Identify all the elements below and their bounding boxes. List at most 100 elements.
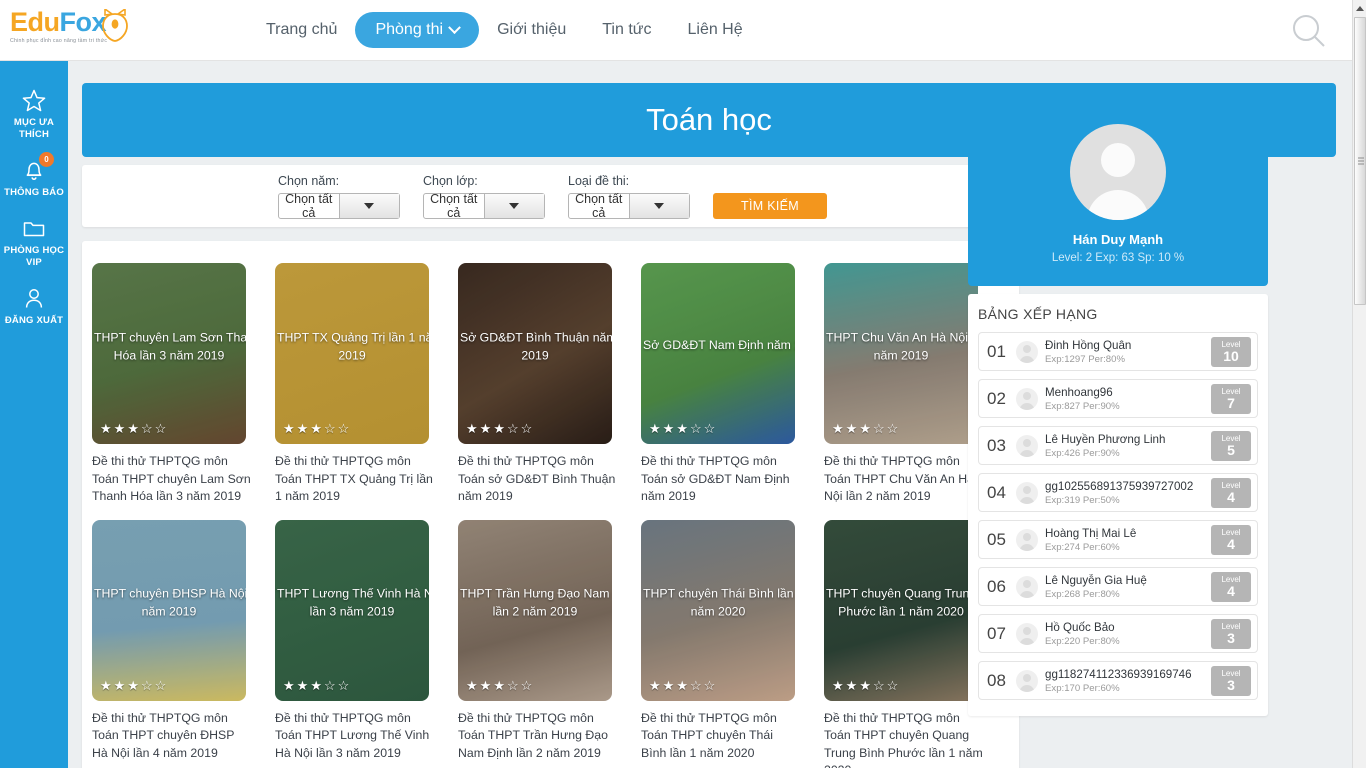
exam-card[interactable]: THPT chuyên Lam Sơn Thanh Hóa lần 3 năm 2…	[92, 263, 275, 506]
nav-label: Tin tức	[602, 21, 652, 38]
exam-card[interactable]: THPT Lương Thế Vinh Hà Nội lần 3 năm 2019…	[275, 519, 458, 768]
rating-star[interactable]: ☆	[338, 678, 350, 694]
rating-star[interactable]: ★	[127, 421, 139, 437]
search-button[interactable]	[1290, 12, 1328, 50]
rating-star[interactable]: ★	[676, 678, 688, 694]
rating-star[interactable]: ☆	[887, 678, 899, 694]
rating-star[interactable]: ★	[649, 678, 661, 694]
rating-star[interactable]: ☆	[155, 421, 167, 437]
leaderboard-row[interactable]: 04 gg102556891375939727002 Exp:319 Per:50%…	[978, 473, 1258, 512]
rating-star[interactable]: ★	[832, 678, 844, 694]
exam-thumbnail[interactable]: THPT chuyên Lam Sơn Thanh Hóa lần 3 năm 2…	[92, 263, 246, 444]
exam-rating: ★ ★ ★ ☆ ☆	[832, 421, 898, 437]
search-submit-button[interactable]: TÌM KIẾM	[713, 193, 827, 219]
rating-star[interactable]: ★	[480, 421, 492, 437]
logo[interactable]: EduFox Chinh phục đỉnh cao nâng tầm tri …	[10, 7, 128, 53]
rating-star[interactable]: ★	[663, 421, 675, 437]
rating-star[interactable]: ☆	[521, 678, 533, 694]
nav-item-lien-he[interactable]: Liên Hệ	[669, 13, 760, 47]
exam-thumbnail[interactable]: THPT Chu Văn An Hà Nội lần 2năm 2019★★★☆…	[824, 263, 978, 444]
rating-star[interactable]: ★	[493, 421, 505, 437]
rank-level-badge: Level 4	[1211, 477, 1251, 508]
rating-star[interactable]: ★	[649, 421, 661, 437]
rating-star[interactable]: ★	[100, 678, 112, 694]
rating-star[interactable]: ☆	[690, 421, 702, 437]
exam-thumbnail[interactable]: THPT Lương Thế Vinh Hà Nội lần 3 năm 2019…	[275, 519, 429, 701]
filter-year-select[interactable]: Chọn tất cả	[278, 192, 400, 220]
rating-star[interactable]: ☆	[141, 421, 153, 437]
rating-star[interactable]: ★	[466, 421, 478, 437]
exam-card[interactable]: Sở GD&ĐT Nam Định năm 2019★★★☆☆Đề thi th…	[641, 263, 824, 506]
rating-star[interactable]: ☆	[507, 678, 519, 694]
avatar[interactable]	[1070, 124, 1166, 220]
leaderboard-row[interactable]: 02 Menhoang96 Exp:827 Per:90% Level 7	[978, 379, 1258, 418]
avatar	[1016, 575, 1038, 598]
rating-star[interactable]: ☆	[521, 421, 533, 437]
rating-star[interactable]: ★	[310, 421, 322, 437]
rating-star[interactable]: ★	[676, 421, 688, 437]
rating-star[interactable]: ☆	[324, 421, 336, 437]
rating-star[interactable]: ☆	[155, 678, 167, 694]
rating-star[interactable]: ★	[846, 678, 858, 694]
leaderboard-row[interactable]: 07 Hồ Quốc Bảo Exp:220 Per:80% Level 3	[978, 614, 1258, 653]
rating-star[interactable]: ★	[114, 678, 126, 694]
rating-star[interactable]: ★	[493, 678, 505, 694]
leaderboard-row[interactable]: 05 Hoàng Thị Mai Lê Exp:274 Per:60% Level 4	[978, 520, 1258, 559]
scrollbar-thumb[interactable]	[1354, 17, 1366, 305]
exam-thumbnail[interactable]: Sở GD&ĐT Nam Định năm 2019★★★☆☆	[641, 263, 795, 444]
rating-star[interactable]: ★	[310, 678, 322, 694]
scroll-up-button[interactable]	[1353, 0, 1366, 17]
rating-star[interactable]: ★	[297, 421, 309, 437]
leaderboard-row[interactable]: 03 Lê Huyền Phương Linh Exp:426 Per:90% Lev…	[978, 426, 1258, 465]
exam-thumbnail[interactable]: THPT Trần Hưng Đạo Nam Địnhlần 2 năm 201…	[458, 519, 612, 701]
exam-card[interactable]: THPT chuyên Thái Bình lần 1 năm 2020 ★ ★ ★ ☆ ☆…	[641, 519, 824, 768]
rating-star[interactable]: ☆	[887, 421, 899, 437]
rating-star[interactable]: ★	[846, 421, 858, 437]
rating-star[interactable]: ☆	[141, 678, 153, 694]
leaderboard-row[interactable]: 06 Lê Nguyễn Gia Huệ Exp:268 Per:80% Level 4	[978, 567, 1258, 606]
exam-thumbnail[interactable]: THPT chuyên ĐHSP Hà Nội lần 4năm 2019★★★…	[92, 519, 246, 701]
rating-star[interactable]: ★	[114, 421, 126, 437]
rating-star[interactable]: ★	[663, 678, 675, 694]
rating-star[interactable]: ☆	[873, 421, 885, 437]
rating-star[interactable]: ☆	[704, 678, 716, 694]
rating-star[interactable]: ☆	[873, 678, 885, 694]
nav-item-phong-thi[interactable]: Phòng thi	[355, 12, 480, 48]
exam-card[interactable]: Sở GD&ĐT Bình Thuận năm 2019 ★ ★ ★ ☆ ☆ Đề thi t…	[458, 263, 641, 506]
rating-star[interactable]: ★	[127, 678, 139, 694]
rank-user-name: Hồ Quốc Bảo	[1045, 620, 1115, 634]
nav-item-gioi-thieu[interactable]: Giới thiệu	[479, 13, 584, 47]
rating-star[interactable]: ★	[466, 678, 478, 694]
exam-card[interactable]: THPT chuyên ĐHSP Hà Nội lần 4năm 2019★★★…	[92, 519, 275, 768]
filter-type-select[interactable]: Chọn tất cả	[568, 192, 690, 220]
rating-star[interactable]: ★	[283, 421, 295, 437]
rating-star[interactable]: ☆	[324, 678, 336, 694]
nav-item-trang-chu[interactable]: Trang chủ	[248, 13, 355, 47]
rating-star[interactable]: ★	[100, 421, 112, 437]
rating-star[interactable]: ☆	[704, 421, 716, 437]
filter-grade-select[interactable]: Chọn tất cả	[423, 192, 545, 220]
sidebar-item-logout[interactable]: ĐĂNG XUẤT	[0, 285, 68, 327]
rating-star[interactable]: ★	[480, 678, 492, 694]
exam-thumbnail[interactable]: THPT chuyên Quang Trung BìnhPhước lần 1 …	[824, 519, 978, 701]
sidebar-item-vip-room[interactable]: PHÒNG HỌC VIP	[0, 215, 68, 269]
sidebar-item-favorites[interactable]: MỤC ƯA THÍCH	[0, 87, 68, 141]
rating-star[interactable]: ★	[297, 678, 309, 694]
exam-card[interactable]: THPT TX Quảng Trị lần 1 năm 2019 ★ ★ ★ ☆ ☆ Đề t…	[275, 263, 458, 506]
leaderboard-row[interactable]: 08 gg118274112336939169746 Exp:170 Per:60%…	[978, 661, 1258, 700]
rating-star[interactable]: ☆	[507, 421, 519, 437]
rating-star[interactable]: ★	[832, 421, 844, 437]
sidebar-item-notifications[interactable]: 0 THÔNG BÁO	[0, 152, 68, 199]
exam-thumbnail[interactable]: THPT chuyên Thái Bình lần 1 năm 2020 ★ ★ ★ ☆ ☆	[641, 519, 795, 701]
exam-card[interactable]: THPT Trần Hưng Đạo Nam Địnhlần 2 năm 201…	[458, 519, 641, 768]
rating-star[interactable]: ☆	[690, 678, 702, 694]
rating-star[interactable]: ★	[283, 678, 295, 694]
page-scrollbar[interactable]	[1352, 0, 1366, 768]
leaderboard-row[interactable]: 01 Đinh Hồng Quân Exp:1297 Per:80% Level 10	[978, 332, 1258, 371]
rating-star[interactable]: ★	[859, 678, 871, 694]
exam-thumbnail[interactable]: Sở GD&ĐT Bình Thuận năm 2019 ★ ★ ★ ☆ ☆	[458, 263, 612, 444]
exam-thumbnail[interactable]: THPT TX Quảng Trị lần 1 năm 2019 ★ ★ ★ ☆ ☆	[275, 263, 429, 444]
nav-item-tin-tuc[interactable]: Tin tức	[584, 13, 669, 47]
rating-star[interactable]: ★	[859, 421, 871, 437]
rating-star[interactable]: ☆	[338, 421, 350, 437]
